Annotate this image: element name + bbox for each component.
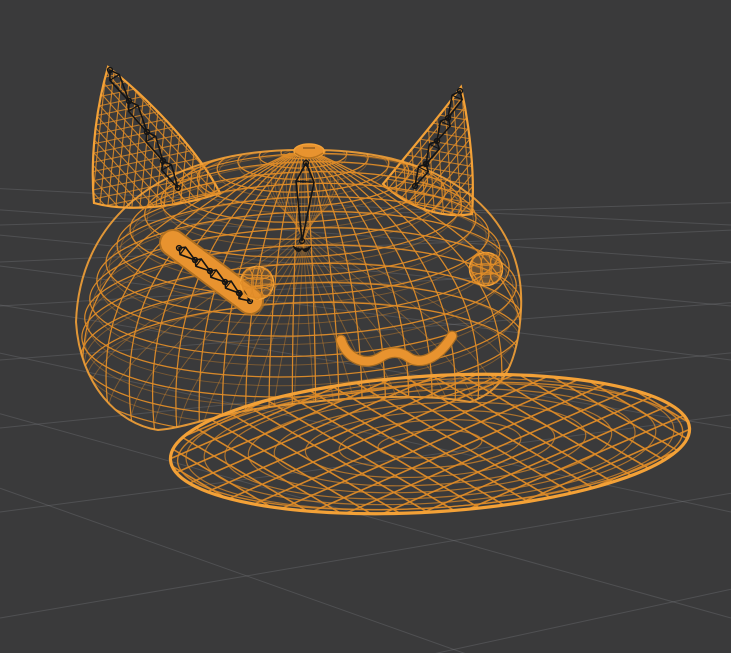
viewport-background [0,0,731,653]
left-eye-mesh[interactable] [239,265,275,301]
viewport-canvas[interactable] [0,0,731,653]
3d-viewport[interactable] [0,0,731,653]
top-button-mesh[interactable] [293,143,325,159]
right-eye-mesh[interactable] [468,251,504,287]
